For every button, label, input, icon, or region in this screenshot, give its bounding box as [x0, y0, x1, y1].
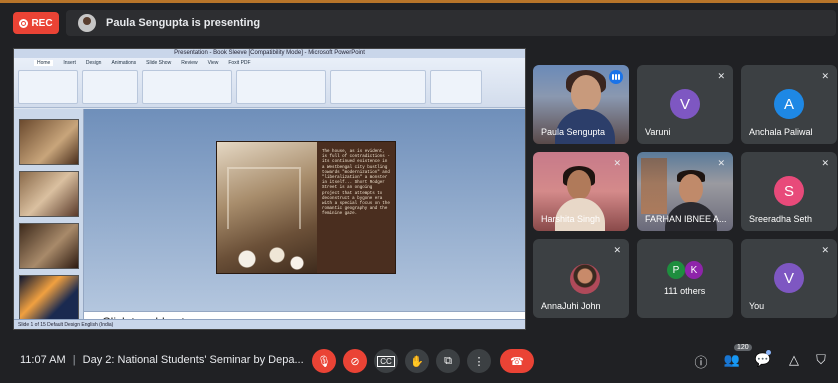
recording-indicator[interactable]: REC [13, 12, 59, 34]
ribbon-groups [14, 67, 525, 107]
present-icon: ⧉ [444, 354, 452, 367]
mic-toggle-button[interactable]: 🎙 [312, 349, 336, 373]
participant-name: AnnaJuhi John [541, 301, 601, 311]
ribbon-group-slides [82, 70, 138, 104]
slide-thumbnail [18, 171, 79, 217]
participant-count-badge: 120 [734, 344, 752, 351]
avatar: V [670, 89, 700, 119]
ribbon-group-drawing [330, 70, 426, 104]
participant-tile-harshita[interactable]: ✕ Harshita Singh [533, 152, 629, 231]
slide-thumbnail [18, 119, 79, 165]
raise-hand-icon: ✋ [410, 355, 424, 368]
window-top-edge [0, 0, 838, 3]
ribbon-tab: Home [34, 59, 54, 66]
meet-window: REC Paula Sengupta is presenting Present… [0, 0, 838, 383]
separator: | [72, 354, 76, 366]
others-count: 111 others [664, 286, 706, 296]
powerpoint-status-bar: Slide 1 of 15 Default Design English (In… [14, 319, 525, 329]
video-feed [567, 170, 591, 200]
participant-tile-annajuhi[interactable]: ✕ AnnaJuhi John [533, 239, 629, 318]
presenting-banner: Paula Sengupta is presenting [66, 10, 836, 36]
chat-notification-dot [766, 350, 771, 355]
mic-off-icon: ✕ [613, 245, 621, 255]
ribbon-group-editing [430, 70, 482, 104]
camera-off-icon: ⊘ [350, 355, 360, 368]
clock: 11:07 AM [20, 354, 66, 366]
participant-name: You [749, 301, 765, 311]
more-options-button[interactable]: ⋮ [467, 349, 491, 373]
participant-tile-others[interactable]: P K 111 others [637, 239, 733, 318]
avatar: S [774, 176, 804, 206]
recording-label: REC [31, 17, 53, 29]
participant-name: Paula Sengupta [541, 127, 606, 137]
participant-tile-paula[interactable]: Paula Sengupta [533, 65, 629, 144]
mic-off-icon: 🎙 [317, 355, 331, 368]
speaking-indicator-icon [609, 70, 623, 84]
avatar [570, 264, 600, 294]
presenting-text: Paula Sengupta is presenting [106, 17, 261, 29]
ribbon-tabs: Home Insert Design Animations Slide Show… [14, 58, 525, 67]
video-feed [641, 158, 667, 214]
leave-call-button[interactable]: ☎ [500, 349, 534, 373]
slide-canvas: The house, as is evident, is full of con… [84, 109, 525, 321]
avatar: K [685, 261, 703, 279]
video-feed [571, 75, 601, 111]
avatar: P [667, 261, 685, 279]
more-options-icon: ⋮ [473, 355, 485, 368]
record-icon [19, 18, 29, 28]
ribbon-tab: View [207, 59, 219, 66]
present-button[interactable]: ⧉ [436, 349, 460, 373]
activities-icon[interactable]: △ [785, 352, 803, 368]
ribbon-tab: Design [85, 59, 102, 66]
ribbon-tab: Foxit PDF [228, 59, 251, 66]
participant-tile-farhan[interactable]: ✕ FARHAN IBNEE A... [637, 152, 733, 231]
ribbon-group-paragraph [236, 70, 326, 104]
slide-thumbnails [14, 109, 84, 321]
avatar: V [774, 263, 804, 293]
participant-tile-sreeradha[interactable]: ✕ S Sreeradha Seth [741, 152, 837, 231]
captions-icon: CC [377, 355, 395, 367]
ribbon-tab: Animations [111, 59, 137, 66]
mic-off-icon: ✕ [821, 71, 829, 81]
avatar: A [774, 89, 804, 119]
mic-off-icon: ✕ [821, 158, 829, 168]
mic-off-icon: ✕ [717, 158, 725, 168]
mic-off-icon: ✕ [613, 158, 621, 168]
participant-name: Sreeradha Seth [749, 214, 813, 224]
ribbon-tab: Insert [63, 59, 76, 66]
powerpoint-ribbon: Home Insert Design Animations Slide Show… [14, 58, 525, 108]
captions-button[interactable]: CC [374, 349, 398, 373]
participant-name: Varuni [645, 127, 671, 137]
slide-body-text: The house, as is evident, is full of con… [322, 150, 390, 217]
host-controls-icon[interactable]: ⛉ [812, 352, 830, 368]
participant-tile-you[interactable]: ✕ V You [741, 239, 837, 318]
ribbon-group-clipboard [18, 70, 78, 104]
shared-screen[interactable]: Presentation - Book Sleeve [Compatibilit… [13, 48, 526, 330]
people-icon[interactable]: 👥 [723, 352, 741, 368]
leave-call-icon: ☎ [510, 355, 524, 368]
powerpoint-body: The house, as is evident, is full of con… [14, 109, 525, 321]
slide-thumbnail [18, 275, 79, 321]
mic-off-icon: ✕ [717, 71, 725, 81]
info-icon[interactable]: ⓘ [692, 352, 710, 371]
participant-tile-anchala[interactable]: ✕ A Anchala Paliwal [741, 65, 837, 144]
current-slide: The house, as is evident, is full of con… [216, 141, 396, 274]
ribbon-tab: Slide Show [146, 59, 172, 66]
slide-photo [217, 142, 317, 273]
video-feed [679, 174, 703, 204]
camera-toggle-button[interactable]: ⊘ [343, 349, 367, 373]
raise-hand-button[interactable]: ✋ [405, 349, 429, 373]
slide-thumbnail [18, 223, 79, 269]
presenter-avatar [78, 14, 96, 32]
participant-name: FARHAN IBNEE A... [645, 214, 727, 224]
ribbon-group-font [142, 70, 232, 104]
meeting-info: 11:07 AM | Day 2: National Students' Sem… [20, 354, 304, 366]
participant-tile-varuni[interactable]: ✕ V Varuni [637, 65, 733, 144]
meeting-title: Day 2: National Students' Seminar by Dep… [82, 354, 304, 366]
mic-off-icon: ✕ [821, 245, 829, 255]
participant-name: Harshita Singh [541, 214, 601, 224]
participant-name: Anchala Paliwal [749, 127, 813, 137]
powerpoint-title-bar: Presentation - Book Sleeve [Compatibilit… [14, 49, 525, 58]
ribbon-tab: Review [181, 59, 198, 66]
